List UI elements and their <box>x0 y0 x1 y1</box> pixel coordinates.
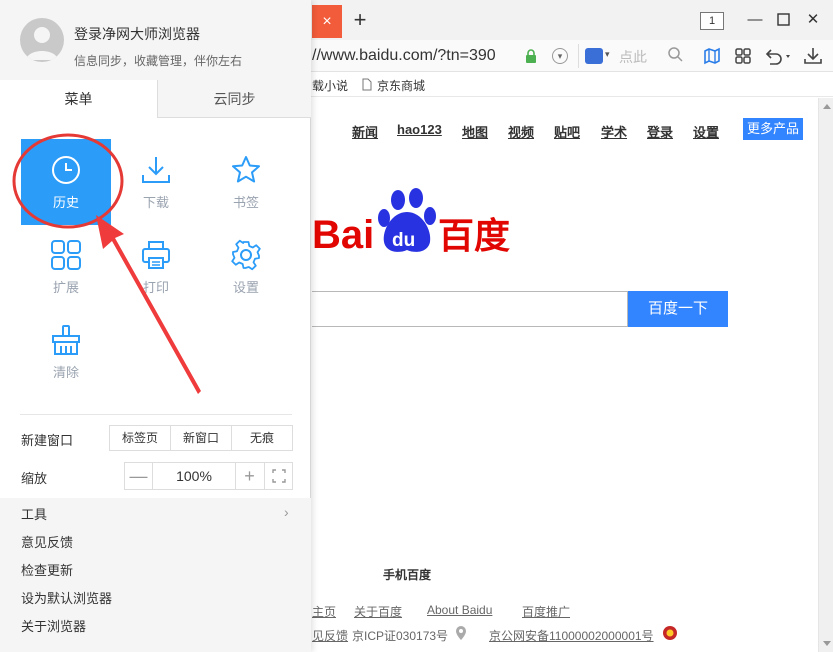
chevron-down-icon: ▾ <box>605 49 610 59</box>
gear-icon <box>231 239 261 271</box>
extensions-tile[interactable]: 扩展 <box>21 224 111 310</box>
bookmark-tile[interactable]: 书签 <box>201 139 291 225</box>
scroll-down-icon[interactable] <box>823 641 831 646</box>
printer-icon <box>142 241 170 269</box>
download-icon[interactable] <box>803 46 823 66</box>
baidu-nav-video[interactable]: 视频 <box>508 122 534 141</box>
police-badge-icon <box>663 626 677 640</box>
url-input[interactable]: //www.baidu.com/?tn=390 <box>312 45 514 67</box>
more-products-button[interactable]: 更多产品 <box>743 118 803 140</box>
zoom-value: 100% <box>176 468 212 484</box>
settings-label: 设置 <box>232 280 259 295</box>
user-icon <box>26 27 58 60</box>
menu-tabs: 菜单 云同步 <box>0 80 311 118</box>
minimize-button[interactable]: — <box>745 10 765 30</box>
zoom-out-button[interactable]: — <box>125 463 153 489</box>
download-tile[interactable]: 下载 <box>111 139 201 225</box>
baidu-nav-xueshu[interactable]: 学术 <box>601 122 627 141</box>
search-engine-box[interactable]: ▾ 点此 <box>578 44 688 68</box>
star-icon <box>232 156 260 183</box>
clear-label: 清除 <box>52 365 79 380</box>
baidu-nav-tieba[interactable]: 贴吧 <box>554 122 580 141</box>
search-placeholder[interactable]: 点此 <box>619 47 647 67</box>
clock-icon <box>52 156 80 184</box>
new-window-option[interactable]: 新窗口 <box>170 425 232 451</box>
mobile-baidu-link[interactable]: 手机百度 <box>383 566 431 583</box>
settings-tile[interactable]: 设置 <box>201 224 291 310</box>
tab-cloud-sync[interactable]: 云同步 <box>157 80 311 118</box>
extensions-label: 扩展 <box>52 280 79 295</box>
svg-text:Bai: Bai <box>312 213 374 256</box>
new-window-label: 新建窗口 <box>21 433 74 448</box>
footer-link-homepage[interactable]: 主页 <box>312 603 336 620</box>
print-label: 打印 <box>142 280 169 295</box>
footer-link-promotion[interactable]: 百度推广 <box>522 603 570 620</box>
menu-item-set-default[interactable]: 设为默认浏览器 <box>21 588 112 607</box>
footer-link-about-en[interactable]: About Baidu <box>427 603 492 617</box>
favorite-item[interactable]: 载小说 <box>312 77 348 94</box>
apps-grid-icon[interactable] <box>733 46 753 66</box>
menu-item-check-update[interactable]: 检查更新 <box>21 560 73 579</box>
baidu-nav-news[interactable]: 新闻 <box>352 122 378 141</box>
login-title[interactable]: 登录净网大师浏览器 <box>74 24 200 44</box>
download-icon <box>142 157 170 183</box>
chevron-down-icon[interactable]: ▾ <box>552 48 568 64</box>
fullscreen-button[interactable] <box>264 463 292 489</box>
browser-menu-panel: 登录净网大师浏览器 信息同步，收藏管理，伴你左右 菜单 云同步 历史 下载 书签 <box>0 0 311 652</box>
search-icon[interactable] <box>667 46 683 62</box>
baidu-logo: Bai du 百度 <box>312 188 510 256</box>
page-icon <box>362 78 372 91</box>
tab-close-button[interactable]: × <box>312 5 342 38</box>
baidu-paw-icon[interactable] <box>585 48 603 64</box>
close-window-button[interactable]: ✕ <box>803 10 823 30</box>
location-pin-icon <box>456 626 466 640</box>
undo-icon[interactable] <box>763 46 793 66</box>
baidu-nav-hao123[interactable]: hao123 <box>397 122 442 137</box>
tab-count-badge[interactable]: 1 <box>700 12 724 30</box>
menu-item-tools[interactable]: 工具 <box>21 504 47 523</box>
footer-link-police-record[interactable]: 京公网安备11000002000001号 <box>489 627 654 644</box>
svg-text:百度: 百度 <box>438 216 510 256</box>
history-label: 历史 <box>52 195 79 210</box>
history-tile[interactable]: 历史 <box>21 139 111 225</box>
new-tab-option[interactable]: 标签页 <box>109 425 171 451</box>
login-subtitle: 信息同步，收藏管理，伴你左右 <box>74 54 243 68</box>
broom-icon <box>52 325 80 355</box>
chevron-right-icon: › <box>284 504 289 520</box>
login-header[interactable]: 登录净网大师浏览器 信息同步，收藏管理，伴你左右 <box>0 0 311 80</box>
icp-license: 京ICP证030173号 <box>352 629 449 643</box>
baidu-search-input[interactable] <box>312 291 628 327</box>
scroll-up-icon[interactable] <box>823 104 831 109</box>
baidu-nav-settings[interactable]: 设置 <box>693 122 719 141</box>
svg-text:du: du <box>392 230 415 251</box>
lock-icon <box>526 49 536 63</box>
menu-item-about[interactable]: 关于浏览器 <box>21 616 86 635</box>
print-tile[interactable]: 打印 <box>111 224 201 310</box>
baidu-search-button[interactable]: 百度一下 <box>628 291 728 327</box>
incognito-option[interactable]: 无痕 <box>231 425 293 451</box>
new-tab-button[interactable]: + <box>348 8 372 32</box>
clear-tile[interactable]: 清除 <box>21 309 111 395</box>
tab-menu[interactable]: 菜单 <box>0 80 157 118</box>
menu-bottom-list: 工具 › 意见反馈 检查更新 设为默认浏览器 关于浏览器 <box>0 498 311 652</box>
fullscreen-icon <box>272 469 286 483</box>
scrollbar[interactable] <box>818 98 833 652</box>
footer-link-feedback[interactable]: 见反馈 <box>312 627 348 644</box>
download-label: 下载 <box>142 195 169 210</box>
zoom-control: — 100% + <box>124 462 293 490</box>
zoom-label: 缩放 <box>21 471 48 486</box>
maximize-icon <box>777 13 790 26</box>
footer-link-about[interactable]: 关于百度 <box>354 603 402 620</box>
bookmark-label: 书签 <box>232 195 259 210</box>
map-icon[interactable] <box>702 46 722 66</box>
maximize-button[interactable] <box>774 10 794 30</box>
favorite-item[interactable]: 京东商城 <box>377 77 425 94</box>
zoom-in-button[interactable]: + <box>235 463 263 489</box>
baidu-nav-login[interactable]: 登录 <box>647 122 673 141</box>
avatar[interactable] <box>20 18 64 62</box>
extensions-icon <box>51 240 81 270</box>
menu-item-feedback[interactable]: 意见反馈 <box>21 532 73 551</box>
menu-divider <box>20 414 292 415</box>
baidu-nav-map[interactable]: 地图 <box>462 122 488 141</box>
